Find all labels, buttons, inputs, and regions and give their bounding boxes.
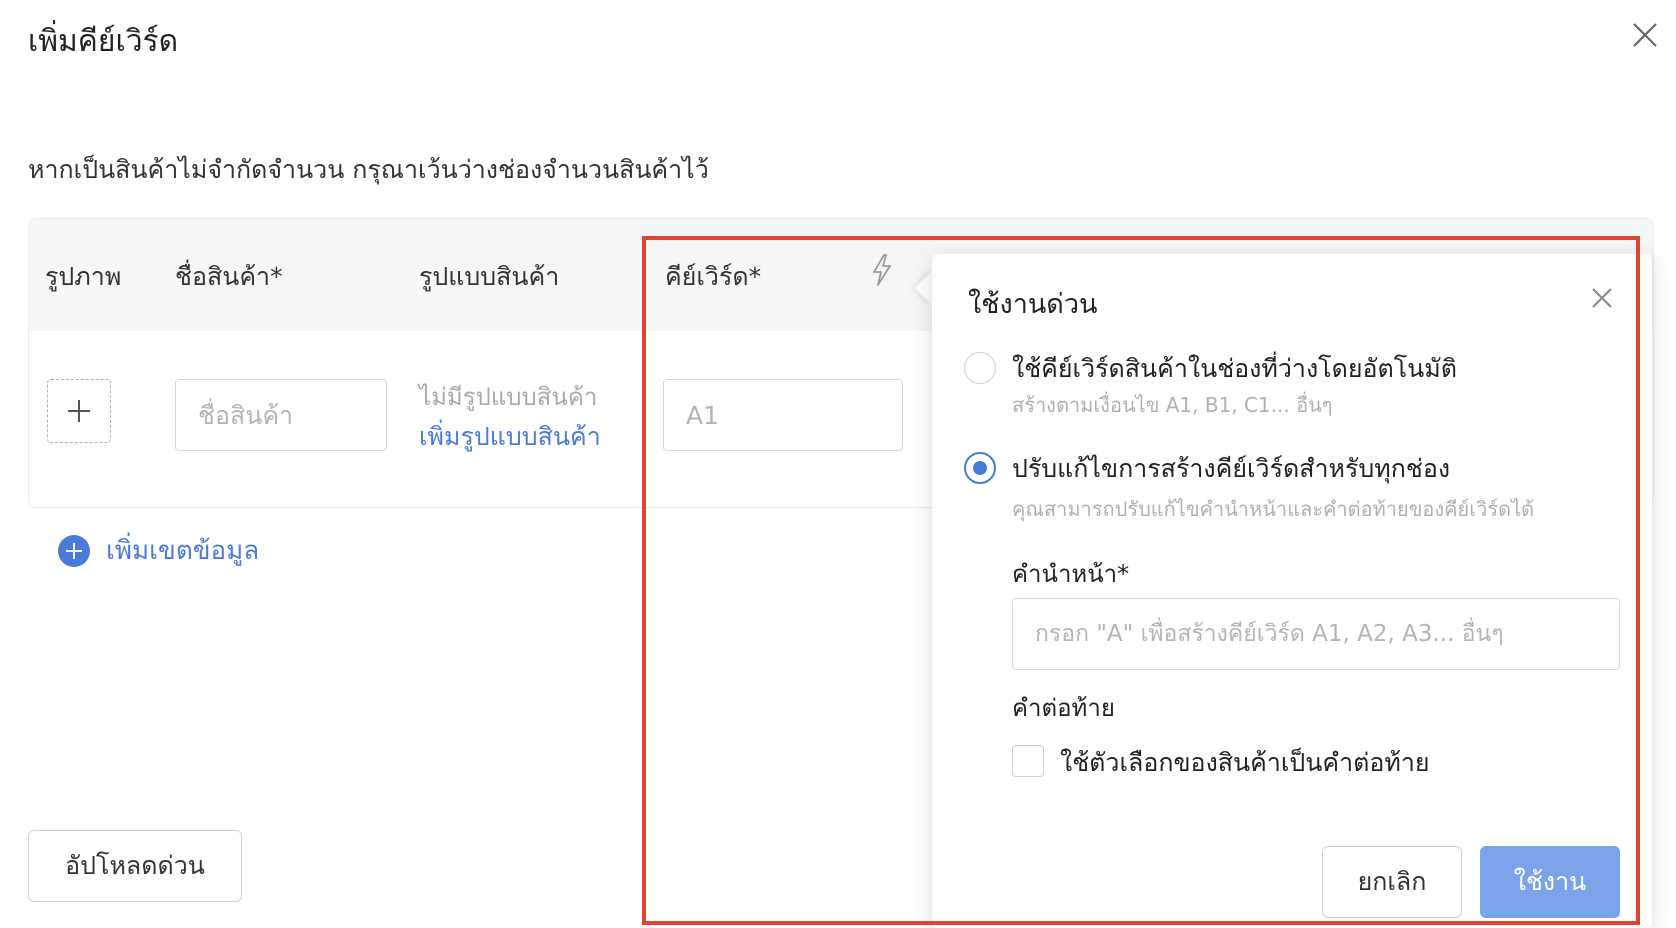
suffix-label: คำต่อท้าย: [1012, 694, 1115, 722]
popover-title: ใช้งานด่วน: [968, 289, 1098, 320]
add-keyword-modal: เพิ่มคีย์เวิร์ด หากเป็นสินค้าไม่จำกัดจำน…: [0, 0, 1676, 928]
auto-keyword-label: ใช้คีย์เวิร์ดสินค้าในช่องที่ว่างโดยอัตโน…: [1012, 354, 1457, 383]
variant-suffix-checkbox[interactable]: [1012, 745, 1044, 777]
prefix-input[interactable]: [1012, 598, 1620, 670]
prefix-label: คำนำหน้า*: [1012, 560, 1130, 588]
product-name-input[interactable]: [175, 379, 387, 451]
header-variant: รูปแบบสินค้า: [419, 262, 560, 291]
auto-keyword-radio[interactable]: [964, 352, 996, 384]
keyword-input[interactable]: [663, 379, 903, 451]
header-image: รูปภาพ: [45, 262, 122, 291]
header-product-name: ชื่อสินค้า*: [175, 262, 283, 291]
modal-title: เพิ่มคีย์เวิร์ด: [28, 24, 179, 59]
lightning-icon[interactable]: [869, 253, 895, 287]
custom-keyword-label: ปรับแก้ไขการสร้างคีย์เวิร์ดสำหรับทุกช่อง: [1012, 454, 1451, 483]
close-icon[interactable]: [1628, 18, 1662, 52]
apply-button[interactable]: ใช้งาน: [1480, 846, 1620, 918]
unlimited-stock-notice: หากเป็นสินค้าไม่จำกัดจำนวน กรุณาเว้นว่าง…: [28, 155, 709, 184]
quick-upload-button[interactable]: อัปโหลดด่วน: [28, 830, 242, 902]
plus-circle-icon: [58, 534, 90, 567]
add-field-button[interactable]: เพิ่มเขตข้อมูล: [58, 530, 259, 571]
header-keyword: คีย์เวิร์ด*: [665, 262, 762, 291]
auto-keyword-description: สร้างตามเงื่อนไข A1, B1, C1... อื่นๆ: [1012, 393, 1333, 417]
add-field-label: เพิ่มเขตข้อมูล: [106, 536, 260, 566]
custom-keyword-radio[interactable]: [964, 452, 996, 484]
no-variant-text: ไม่มีรูปแบบสินค้า: [419, 383, 598, 411]
add-image-button[interactable]: [47, 379, 111, 443]
custom-keyword-description: คุณสามารถปรับแก้ไขคำนำหน้าและคำต่อท้ายขอ…: [1012, 497, 1535, 521]
quick-use-popover: ใช้งานด่วน ใช้คีย์เวิร์ดสินค้าในช่องที่ว…: [932, 254, 1652, 928]
add-variant-link[interactable]: เพิ่มรูปแบบสินค้า: [419, 417, 601, 457]
close-icon[interactable]: [1588, 284, 1616, 312]
cancel-button[interactable]: ยกเลิก: [1322, 846, 1462, 918]
variant-suffix-label: ใช้ตัวเลือกของสินค้าเป็นคำต่อท้าย: [1060, 748, 1430, 777]
